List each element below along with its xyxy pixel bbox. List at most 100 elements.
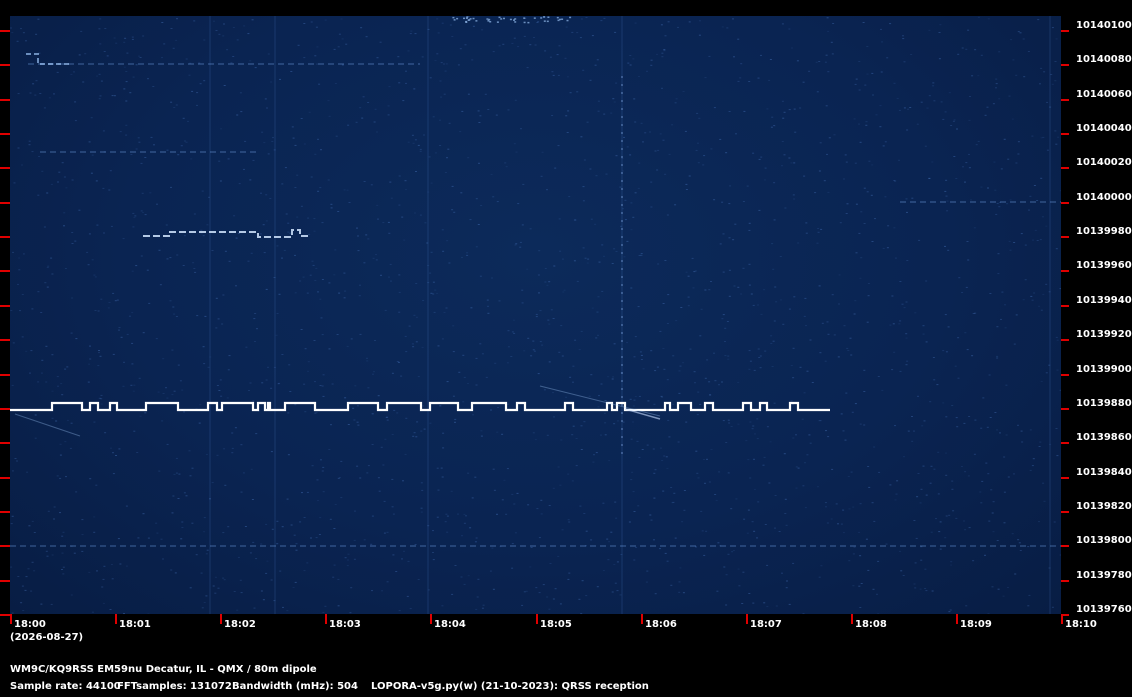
noise-speckle (661, 87, 663, 89)
noise-speckle (25, 40, 27, 42)
noise-speckle (664, 260, 667, 261)
noise-speckle (955, 417, 958, 419)
noise-speckle (768, 482, 771, 484)
noise-speckle (964, 471, 967, 473)
noise-speckle (439, 145, 442, 146)
noise-speckle (126, 333, 129, 335)
noise-speckle (790, 400, 793, 402)
noise-speckle (373, 371, 375, 373)
noise-speckle (917, 473, 920, 474)
noise-speckle (295, 543, 298, 545)
noise-speckle (763, 179, 766, 181)
noise-speckle (638, 162, 641, 164)
top-edge-noise (523, 17, 526, 19)
noise-speckle (480, 430, 483, 432)
noise-speckle (255, 558, 258, 560)
slanted-streak (539, 385, 661, 417)
noise-speckle (872, 94, 874, 96)
noise-speckle (600, 434, 602, 436)
noise-speckle (799, 107, 802, 109)
time-tick (220, 614, 222, 624)
noise-speckle (71, 232, 74, 233)
noise-speckle (371, 515, 374, 517)
noise-speckle (605, 173, 608, 175)
noise-speckle (803, 315, 806, 317)
noise-speckle (866, 46, 869, 47)
noise-speckle (313, 230, 316, 232)
noise-speckle (502, 43, 505, 45)
top-edge-noise (546, 20, 549, 23)
noise-speckle (968, 416, 971, 417)
noise-speckle (248, 390, 250, 391)
noise-speckle (957, 53, 960, 55)
noise-speckle (61, 569, 63, 570)
noise-speckle (759, 355, 762, 357)
noise-speckle (611, 263, 614, 264)
noise-speckle (175, 104, 178, 106)
noise-speckle (893, 82, 896, 84)
noise-speckle (460, 192, 463, 194)
noise-speckle (51, 354, 54, 356)
noise-speckle (938, 32, 941, 33)
date-label: (2026-08-27) (10, 632, 84, 643)
noise-speckle (377, 477, 380, 479)
noise-speckle (492, 588, 495, 590)
noise-speckle (327, 179, 330, 181)
noise-speckle (1014, 573, 1017, 575)
noise-speckle (51, 417, 54, 419)
noise-speckle (430, 251, 433, 253)
noise-speckle (252, 400, 255, 402)
noise-speckle (100, 398, 103, 400)
noise-speckle (775, 605, 778, 607)
noise-speckle (1045, 372, 1048, 374)
noise-speckle (795, 434, 797, 436)
noise-speckle (818, 576, 821, 578)
noise-speckle (867, 283, 870, 284)
noise-speckle (110, 564, 113, 565)
noise-speckle (461, 110, 464, 112)
noise-speckle (971, 355, 974, 357)
noise-speckle (465, 515, 467, 517)
noise-speckle (653, 472, 656, 474)
noise-speckle (122, 238, 125, 240)
noise-speckle (88, 363, 91, 365)
noise-speckle (692, 287, 695, 289)
noise-speckle (974, 312, 977, 314)
noise-speckle (114, 300, 117, 302)
noise-speckle (677, 441, 680, 443)
noise-speckle (338, 33, 341, 35)
noise-speckle (457, 513, 459, 515)
noise-speckle (63, 176, 66, 178)
noise-speckle (409, 33, 412, 35)
noise-speckle (96, 224, 99, 226)
freq-label: 10140000 (1076, 191, 1132, 203)
noise-speckle (172, 47, 175, 49)
freq-label: 10139800 (1076, 535, 1132, 547)
noise-speckle (619, 594, 622, 596)
noise-speckle (240, 491, 243, 493)
noise-speckle (823, 180, 826, 182)
noise-speckle (580, 613, 583, 614)
station-info: WM9C/KQ9RSS EM59nu Decatur, IL - QMX / 8… (10, 664, 317, 675)
noise-speckle (383, 532, 386, 534)
noise-speckle (61, 394, 64, 396)
noise-speckle (970, 199, 972, 201)
time-label: 18:01 (119, 619, 151, 630)
noise-speckle (863, 369, 866, 371)
noise-speckle (165, 224, 168, 226)
noise-speckle (11, 384, 14, 386)
noise-speckle (773, 182, 776, 184)
noise-speckle (920, 488, 923, 490)
noise-speckle (412, 435, 415, 437)
noise-speckle (287, 454, 290, 456)
noise-speckle (689, 348, 692, 350)
noise-speckle (889, 484, 892, 486)
noise-speckle (510, 356, 513, 357)
noise-speckle (467, 383, 469, 384)
noise-speckle (685, 271, 688, 273)
noise-speckle (905, 333, 908, 335)
noise-speckle (534, 439, 537, 441)
noise-speckle (610, 112, 613, 114)
noise-speckle (590, 539, 593, 541)
noise-speckle (584, 257, 587, 259)
